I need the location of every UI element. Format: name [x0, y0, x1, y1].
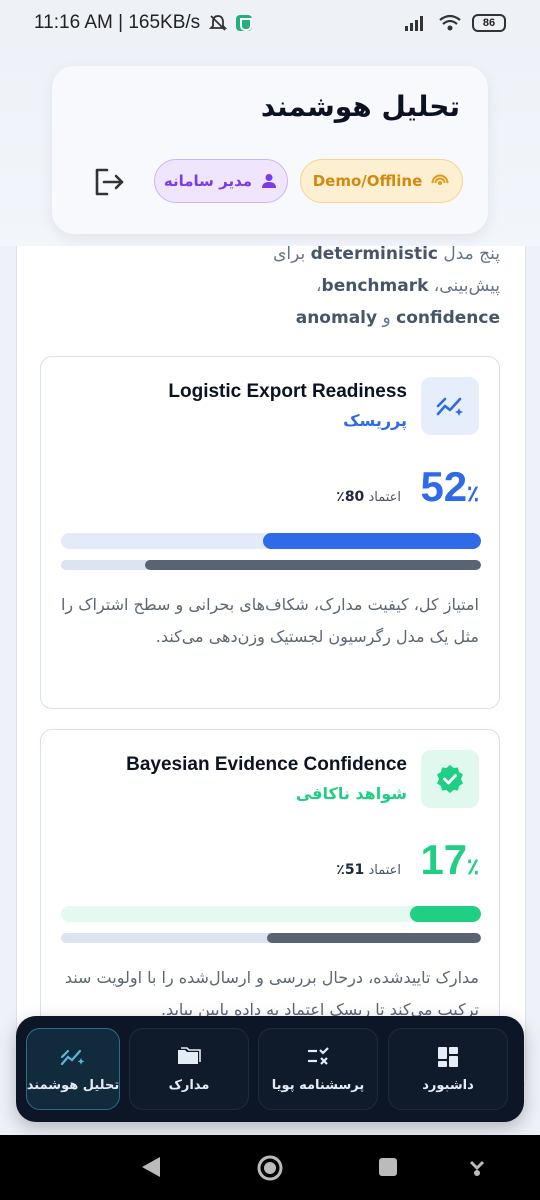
demo-offline-badge[interactable]: Demo/Offline	[300, 159, 463, 203]
card-icon-box	[421, 750, 479, 808]
verified-badge-icon	[437, 765, 463, 793]
page-title: تحلیل هوشمند	[260, 90, 460, 123]
risk-label: پرریسک	[343, 411, 407, 430]
nav-questionnaire[interactable]: پرسشنامه پویا	[258, 1028, 378, 1110]
confidence-text: اعتماد 80٪	[336, 489, 401, 505]
nav-dashboard[interactable]: داشبورد	[388, 1028, 508, 1110]
back-icon[interactable]	[140, 1155, 162, 1179]
card-title: Logistic Export Readiness	[168, 381, 407, 402]
nav-smart-analysis[interactable]: تحلیل هوشمند	[26, 1028, 120, 1110]
confidence-text: اعتماد 51٪	[336, 862, 401, 878]
checklist-icon	[308, 1046, 329, 1065]
system-navigation-bar	[0, 1135, 540, 1200]
metric-card-logistic[interactable]: Logistic Export Readiness پرریسک 52 ٪ اعت…	[40, 356, 500, 709]
broadcast-icon	[431, 174, 449, 185]
wifi-icon	[439, 14, 461, 31]
signal-icon	[405, 16, 423, 31]
status-bar: 11:16 AM | 165KB/s 86	[0, 0, 540, 46]
score-progress-bar	[61, 533, 481, 549]
confidence-progress-bar	[61, 933, 481, 943]
dashboard-icon	[438, 1046, 458, 1067]
battery-icon: 86	[472, 14, 506, 32]
card-icon-box	[421, 377, 479, 435]
status-time: 11:16 AM | 165KB/s	[34, 12, 201, 33]
home-icon[interactable]	[256, 1154, 284, 1182]
confidence-progress-bar	[61, 560, 481, 570]
vpn-shield-icon	[236, 15, 253, 31]
score-progress-fill	[262, 533, 481, 549]
score-percent: 52 ٪	[420, 463, 479, 510]
score-percent: 17 ٪	[420, 836, 479, 883]
card-title: Bayesian Evidence Confidence	[126, 754, 407, 775]
folder-icon	[178, 1046, 201, 1064]
nav-documents[interactable]: مدارک	[129, 1028, 249, 1110]
analytics-icon	[60, 1049, 85, 1065]
score-progress-fill	[409, 906, 481, 922]
bottom-navigation: داشبورد پرسشنامه پویا مدارک تحلیل هوشمند	[16, 1016, 524, 1122]
card-description: امتیاز کل، کیفیت مدارک، شکاف‌های بحرانی …	[60, 595, 479, 646]
admin-badge[interactable]: مدیر سامانه	[154, 159, 288, 203]
user-icon	[262, 174, 277, 188]
confidence-progress-fill	[145, 560, 481, 570]
evidence-label: شواهد ناکافی	[295, 784, 407, 803]
assistant-icon[interactable]	[468, 1156, 486, 1178]
analytics-sparkle-icon	[436, 397, 463, 416]
header-card: تحلیل هوشمند Demo/Offline مدیر سامانه	[52, 66, 488, 234]
logout-icon[interactable]	[92, 166, 126, 198]
recents-icon[interactable]	[378, 1157, 398, 1177]
confidence-progress-fill	[266, 933, 481, 943]
score-progress-bar	[61, 906, 481, 922]
bell-muted-icon	[209, 15, 228, 31]
intro-text: پنج مدل deterministic برای پیش‌بینی، ben…	[273, 244, 500, 328]
